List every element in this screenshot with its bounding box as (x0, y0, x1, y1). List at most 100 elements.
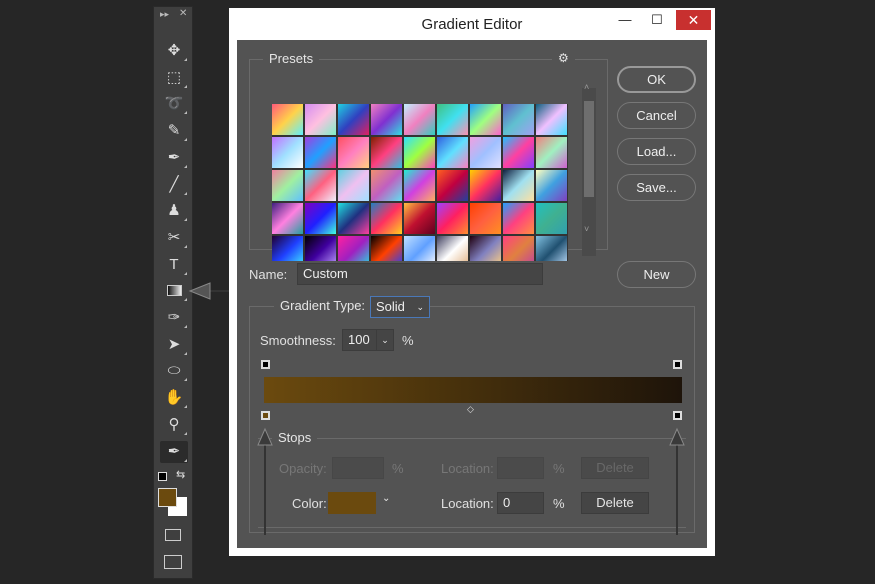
gradient-preset-swatch[interactable] (470, 137, 501, 168)
gradient-preset-swatch[interactable] (272, 104, 303, 135)
quick-mask-icon[interactable] (165, 529, 181, 541)
gradient-preset-swatch[interactable] (437, 137, 468, 168)
opacity-stop-left[interactable] (261, 360, 270, 369)
presets-group: Presets ⚙ ˄ ˅ (249, 51, 608, 261)
gradient-preset-swatch[interactable] (272, 137, 303, 168)
gradient-preset-swatch[interactable] (470, 203, 501, 234)
new-button[interactable]: New (617, 261, 696, 288)
maximize-button[interactable]: ☐ (642, 10, 672, 30)
marquee-tool-icon[interactable]: ⬚ (160, 67, 188, 89)
gradient-preset-swatch[interactable] (371, 137, 402, 168)
path-select-tool-icon[interactable]: ➤ (160, 334, 188, 356)
gradient-preview-bar[interactable] (264, 377, 682, 403)
gradient-preset-swatch[interactable] (470, 104, 501, 135)
scroll-thumb[interactable] (584, 101, 594, 197)
gradient-preset-swatch[interactable] (338, 137, 369, 168)
presets-label: Presets (263, 51, 320, 66)
gradient-preset-swatch[interactable] (503, 104, 534, 135)
gradient-preset-swatch[interactable] (404, 236, 435, 261)
ok-button[interactable]: OK (617, 66, 696, 93)
gradient-preset-swatch[interactable] (437, 170, 468, 201)
gradient-preset-swatch[interactable] (536, 137, 567, 168)
eyedropper-tool-icon[interactable]: ✒ (160, 147, 188, 169)
eraser-tool-icon[interactable]: ✂ (160, 227, 188, 249)
name-input[interactable]: Custom (297, 263, 543, 285)
gradient-preset-swatch[interactable] (404, 104, 435, 135)
screen-mode-icon[interactable] (164, 555, 182, 569)
save-button[interactable]: Save... (617, 174, 696, 201)
gradient-preset-swatch[interactable] (305, 236, 336, 261)
gradient-preset-swatch[interactable] (536, 203, 567, 234)
move-tool-icon[interactable]: ✥ (160, 40, 188, 62)
midpoint-diamond-icon[interactable]: ◇ (467, 404, 474, 415)
close-button[interactable]: ✕ (676, 10, 711, 30)
gradient-preset-swatch[interactable] (371, 203, 402, 234)
gradient-preset-swatch[interactable] (404, 203, 435, 234)
gradient-preset-swatch[interactable] (437, 104, 468, 135)
gear-icon[interactable]: ⚙ (552, 51, 575, 65)
smoothness-input[interactable]: 100 ⌄ (342, 329, 394, 351)
gradient-preset-swatch[interactable] (338, 203, 369, 234)
gradient-type-value: Solid (376, 299, 405, 314)
pen-tool-icon[interactable]: ✑ (160, 307, 188, 329)
type-tool-icon[interactable]: T (160, 254, 188, 276)
gradient-preset-swatch[interactable] (470, 170, 501, 201)
gradient-preset-swatch[interactable] (371, 236, 402, 261)
gradient-tool-icon[interactable] (160, 280, 188, 302)
scroll-down-icon[interactable]: ˅ (584, 224, 589, 234)
ellipse-tool-icon[interactable]: ⬭ (160, 360, 188, 382)
cancel-button[interactable]: Cancel (617, 102, 696, 129)
color-stop-left[interactable] (261, 411, 270, 420)
gradient-preset-swatch[interactable] (503, 236, 534, 261)
close-panel-icon[interactable]: ✕ (179, 8, 187, 19)
gradient-preset-swatch[interactable] (305, 170, 336, 201)
gradient-preset-swatch[interactable] (272, 236, 303, 261)
hand-tool-icon[interactable]: ✋ (160, 387, 188, 409)
gradient-preset-swatch[interactable] (338, 170, 369, 201)
foreground-color-swatch[interactable] (158, 488, 177, 507)
gradient-preset-swatch[interactable] (371, 104, 402, 135)
gradient-preset-swatch[interactable] (272, 170, 303, 201)
collapse-panel-icon[interactable]: ▸▸ (160, 9, 169, 20)
gradient-preset-swatch[interactable] (503, 137, 534, 168)
default-colors-icon[interactable] (158, 472, 167, 481)
color-stop-right[interactable] (673, 411, 682, 420)
gradient-type-group: Gradient Type: Solid ⌄ Smoothness: 100 ⌄ %… (249, 296, 695, 535)
gradient-editor-dialog: Gradient Editor — ☐ ✕ Presets ⚙ ˄ ˅ OK C… (229, 8, 715, 556)
gradient-preset-swatch[interactable] (305, 203, 336, 234)
gradient-preset-swatch[interactable] (503, 203, 534, 234)
gradient-preset-swatch[interactable] (338, 236, 369, 261)
gradient-preset-swatch[interactable] (305, 137, 336, 168)
gradient-preset-swatch[interactable] (404, 137, 435, 168)
gradient-preset-swatch[interactable] (437, 203, 468, 234)
color-sampler-tool-icon[interactable]: ✒ (160, 440, 188, 463)
gradient-preset-swatch[interactable] (503, 170, 534, 201)
gradient-preset-swatch[interactable] (437, 236, 468, 261)
swap-colors-icon[interactable]: ⇆ (176, 468, 185, 481)
smoothness-label: Smoothness: (260, 333, 336, 348)
stamp-tool-icon[interactable]: ♟ (160, 200, 188, 222)
gradient-preset-swatch[interactable] (470, 236, 501, 261)
gradient-preset-swatch[interactable] (536, 170, 567, 201)
minimize-button[interactable]: — (610, 10, 640, 30)
opacity-stop-right[interactable] (673, 360, 682, 369)
gradient-preset-swatch[interactable] (305, 104, 336, 135)
quick-select-tool-icon[interactable]: ✎ (160, 120, 188, 142)
gradient-preset-swatch[interactable] (536, 236, 567, 261)
zoom-tool-icon[interactable]: ⚲ (160, 414, 188, 436)
chevron-down-icon[interactable]: ⌄ (376, 330, 393, 350)
title-bar: Gradient Editor — ☐ ✕ (229, 8, 715, 40)
scroll-up-icon[interactable]: ˄ (584, 82, 589, 92)
lasso-tool-icon[interactable]: ➰ (160, 93, 188, 115)
presets-scrollbar[interactable]: ˄ ˅ (582, 82, 596, 256)
tools-panel: ▸▸ ✕ ✥ ⬚ ➰ ✎ ✒ ╱ ♟ ✂ T ✑ ➤ ⬭ ✋ ⚲ ✒ ⇆ (153, 6, 193, 579)
gradient-preset-swatch[interactable] (371, 170, 402, 201)
dialog-body: Presets ⚙ ˄ ˅ OK Cancel Load... Save... … (237, 40, 707, 548)
gradient-preset-swatch[interactable] (536, 104, 567, 135)
gradient-type-select[interactable]: Solid ⌄ (370, 296, 430, 318)
brush-tool-icon[interactable]: ╱ (160, 174, 188, 196)
load-button[interactable]: Load... (617, 138, 696, 165)
gradient-preset-swatch[interactable] (272, 203, 303, 234)
gradient-preset-swatch[interactable] (404, 170, 435, 201)
gradient-preset-swatch[interactable] (338, 104, 369, 135)
